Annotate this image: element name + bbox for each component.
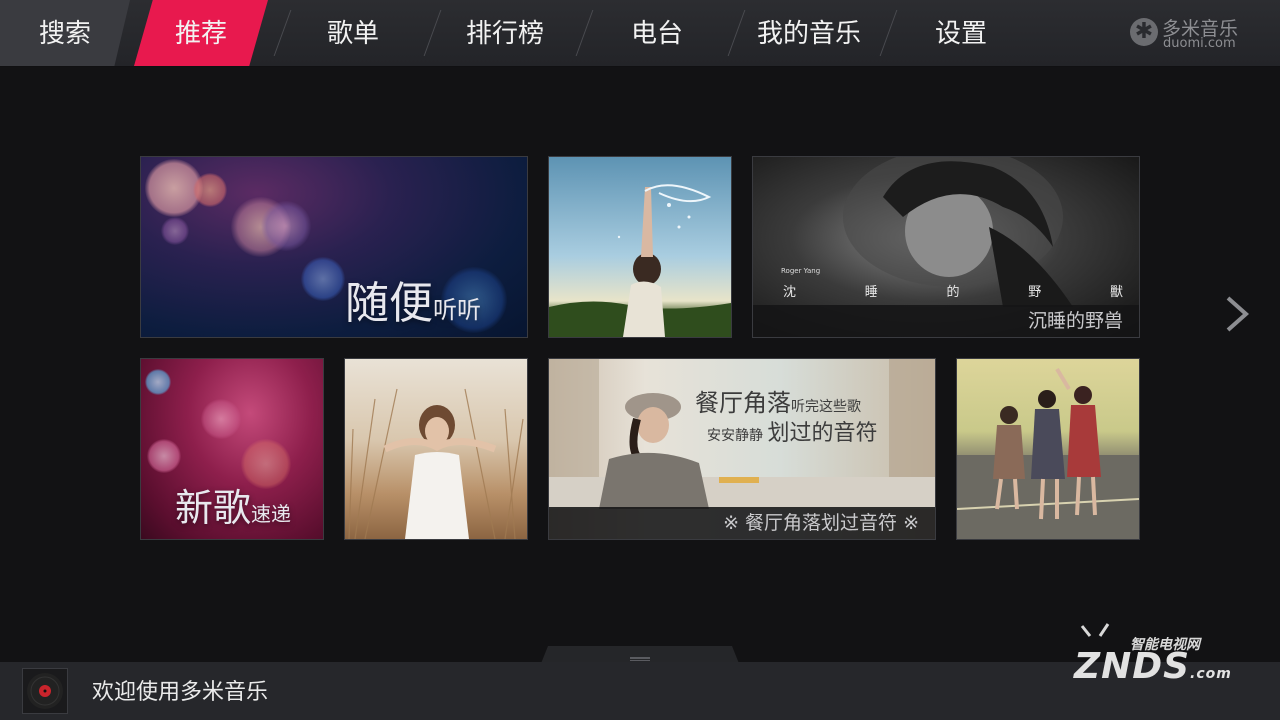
- grip-line: [630, 657, 650, 659]
- tile-photo-friends[interactable]: [956, 358, 1140, 540]
- tab-charts[interactable]: 排行榜: [438, 0, 572, 66]
- lyric-char: 獸: [1109, 285, 1123, 300]
- tab-radio[interactable]: 电台: [590, 0, 724, 66]
- bokeh-light: [201, 399, 241, 439]
- tile-beast-caption: 沉睡的野兽: [753, 305, 1139, 337]
- tab-settings[interactable]: 设置: [894, 0, 1028, 66]
- tile-restaurant-caption: ※ 餐厅角落划过音符 ※: [549, 507, 935, 539]
- duomi-logo-icon: ✱: [1130, 18, 1158, 46]
- lyrics-line: 沈 睡 的 野 獸: [783, 281, 1123, 300]
- logo-domain: duomi.com: [1163, 36, 1236, 51]
- tile-random-listen[interactable]: 随便听听: [140, 156, 528, 338]
- girl-in-reeds-photo: [348, 388, 524, 539]
- vinyl-disc-icon: [27, 673, 63, 709]
- three-girls-photo: [957, 367, 1139, 539]
- tab-playlists[interactable]: 歌单: [288, 0, 418, 66]
- welcome-message: 欢迎使用多米音乐: [92, 680, 269, 705]
- tab-search[interactable]: 搜索: [0, 0, 130, 66]
- tile-restaurant-corner[interactable]: 餐厅角落听完这些歌 安安静静 划过的音符 ※ 餐厅角落划过音符 ※: [548, 358, 936, 540]
- top-nav-bar: 搜索 推荐 歌单 排行榜 电台 我的音乐 设置 ✱ 多米音乐 duomi.com: [0, 0, 1280, 67]
- watermark-en: ZNDS.com: [1074, 646, 1232, 687]
- bokeh-light: [161, 217, 189, 245]
- znds-watermark: 智能电视网 ZNDS.com: [1068, 620, 1238, 690]
- tile-photo-reeds[interactable]: [344, 358, 528, 540]
- bokeh-light: [301, 257, 345, 301]
- promo-headline: 餐厅角落听完这些歌: [695, 389, 861, 417]
- bokeh-light: [145, 369, 171, 395]
- bokeh-light: [193, 173, 227, 207]
- lyric-char: 野: [1028, 285, 1042, 300]
- chevron-right-icon[interactable]: [1222, 292, 1252, 336]
- duomi-logo: ✱ 多米音乐 duomi.com: [1130, 14, 1250, 54]
- tile-new-songs-title: 新歌速递: [175, 486, 292, 530]
- lyric-char: 的: [946, 285, 960, 300]
- tab-recommend[interactable]: 推荐: [134, 0, 268, 66]
- tile-random-title: 随便听听: [345, 278, 481, 329]
- tile-sleeping-beast[interactable]: Roger Yang 沈 睡 的 野 獸 沉睡的野兽: [752, 156, 1140, 338]
- tile-photo-sky[interactable]: [548, 156, 732, 338]
- bokeh-light: [261, 201, 311, 251]
- photo-credit: Roger Yang: [781, 267, 821, 275]
- lyric-char: 沈: [783, 285, 797, 300]
- grip-line: [630, 660, 650, 661]
- tile-new-songs[interactable]: 新歌速递: [140, 358, 324, 540]
- tab-my-music[interactable]: 我的音乐: [742, 0, 876, 66]
- girl-with-water-photo: [549, 184, 731, 337]
- lyric-char: 睡: [864, 285, 878, 300]
- album-art[interactable]: [22, 668, 68, 714]
- promo-subline: 安安静静 划过的音符: [707, 421, 878, 446]
- bokeh-light: [147, 439, 181, 473]
